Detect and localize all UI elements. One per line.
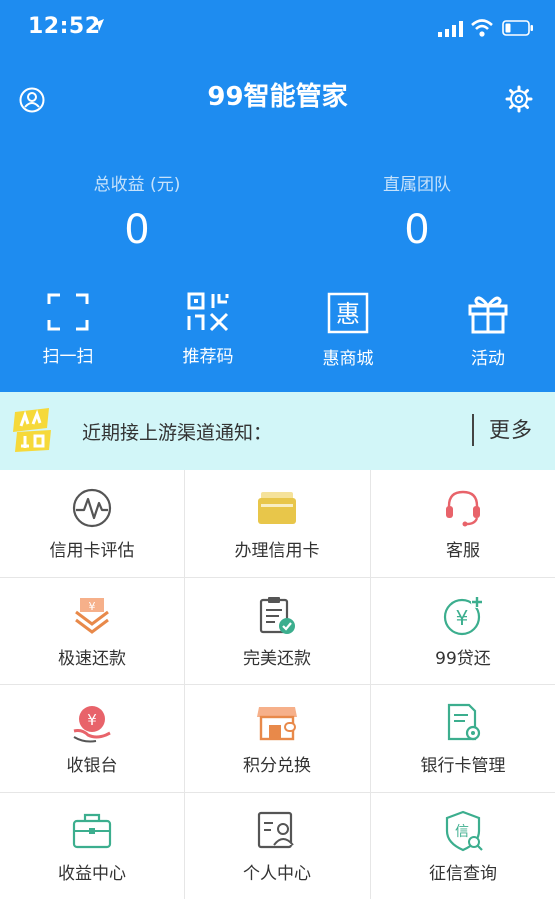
referral-code-label: 推荐码: [182, 347, 234, 367]
wifi-icon: [471, 19, 493, 37]
mall-button[interactable]: 惠 惠商城: [288, 292, 408, 369]
page-title: 99智能管家: [207, 82, 348, 112]
direct-team-value: 0: [404, 207, 430, 253]
svg-text:¥: ¥: [456, 606, 469, 630]
qr-code-icon: [187, 292, 229, 332]
grid-item-bank-card-manage[interactable]: 银行卡管理: [371, 685, 555, 792]
grid-item-label: 个人中心: [243, 864, 311, 884]
total-earnings-value: 0: [124, 207, 150, 253]
grid-item-points-exchange[interactable]: 积分兑换: [185, 685, 369, 792]
grid-item-label: 积分兑换: [243, 756, 311, 776]
grid-item-label: 完美还款: [243, 649, 311, 669]
grid-item-label: 99贷还: [435, 649, 491, 669]
pulse-icon: [72, 488, 112, 528]
grid-item-label: 办理信用卡: [234, 541, 320, 561]
grid-item-label: 极速还款: [58, 649, 126, 669]
notice-more-link[interactable]: 更多: [489, 414, 533, 444]
direct-team-stat: 直属团队 0: [327, 170, 507, 253]
grid-item-label: 收益中心: [58, 864, 126, 884]
announcement-logo-icon: [13, 408, 51, 452]
activity-button[interactable]: 活动: [428, 292, 548, 369]
fast-repay-icon: ¥: [75, 598, 109, 634]
header-panel: 12:52 99智能管家 总收益 (元) 0 直属团队 0 扫一扫 推荐码 惠 …: [0, 0, 555, 392]
status-bar: 12:52: [0, 0, 555, 60]
card-icon: [258, 492, 296, 524]
location-arrow-icon: [92, 19, 104, 31]
store-icon: [257, 707, 297, 741]
grid-item-label: 银行卡管理: [420, 756, 506, 776]
total-earnings-stat: 总收益 (元) 0: [47, 170, 227, 253]
grid-item-customer-service[interactable]: 客服: [371, 470, 555, 577]
svg-text:惠: 惠: [336, 300, 360, 328]
svg-text:¥: ¥: [87, 711, 97, 729]
profile-card-icon: [257, 811, 294, 849]
scan-button[interactable]: 扫一扫: [8, 292, 128, 367]
headset-icon: [446, 490, 480, 527]
status-time: 12:52: [28, 14, 101, 39]
briefcase-icon: [72, 813, 112, 849]
activity-label: 活动: [471, 349, 505, 369]
gear-icon: [505, 85, 533, 113]
grid-item-earnings-center[interactable]: 收益中心: [0, 793, 184, 899]
grid-item-credit-inquiry[interactable]: 信 征信查询: [371, 793, 555, 899]
signal-icon: [438, 21, 463, 37]
bank-doc-icon: [447, 703, 481, 741]
mall-label: 惠商城: [322, 349, 374, 369]
grid-item-personal-center[interactable]: 个人中心: [185, 793, 369, 899]
grid-item-label: 收银台: [66, 756, 118, 776]
notice-divider: [472, 414, 474, 446]
grid-item-label: 征信查询: [429, 864, 497, 884]
clipboard-check-icon: [259, 597, 295, 634]
direct-team-label: 直属团队: [383, 175, 451, 195]
grid-item-cashier[interactable]: ¥ 收银台: [0, 685, 184, 792]
svg-text:¥: ¥: [89, 600, 96, 613]
svg-text:信: 信: [455, 824, 469, 840]
grid-item-99-loan[interactable]: ¥ 99贷还: [371, 578, 555, 685]
referral-code-button[interactable]: 推荐码: [148, 292, 268, 367]
cashier-icon: ¥: [73, 706, 111, 743]
grid-item-card-evaluation[interactable]: 信用卡评估: [0, 470, 184, 577]
notice-text: 近期接上游渠道通知：: [82, 422, 273, 444]
gift-icon: [468, 296, 508, 334]
grid-item-apply-card[interactable]: 办理信用卡: [185, 470, 369, 577]
grid-item-fast-repay[interactable]: ¥ 极速还款: [0, 578, 184, 685]
grid-item-label: 客服: [446, 541, 480, 561]
yuan-loan-icon: ¥: [443, 596, 483, 636]
mall-icon: 惠: [327, 292, 369, 334]
credit-shield-icon: 信: [445, 810, 483, 852]
settings-button[interactable]: [505, 85, 533, 113]
battery-icon: [502, 20, 533, 36]
scan-icon: [47, 293, 89, 331]
grid-item-label: 信用卡评估: [49, 541, 135, 561]
total-earnings-label: 总收益 (元): [93, 175, 181, 195]
grid-item-perfect-repay[interactable]: 完美还款: [185, 578, 369, 685]
scan-label: 扫一扫: [42, 347, 94, 367]
